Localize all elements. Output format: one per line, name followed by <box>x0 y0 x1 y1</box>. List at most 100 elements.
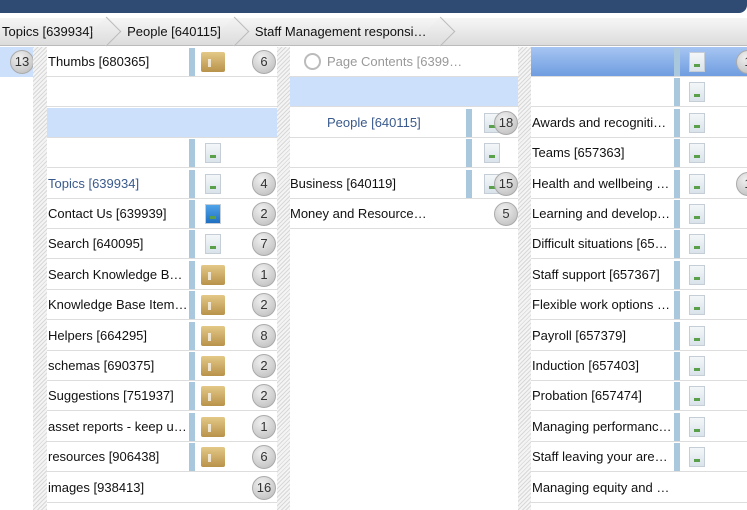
list-item[interactable] <box>47 107 277 138</box>
page-icon[interactable] <box>689 112 705 133</box>
folder-icon[interactable] <box>201 416 225 437</box>
drag-handle[interactable] <box>189 260 195 289</box>
drag-handle[interactable] <box>189 412 195 441</box>
list-item[interactable]: Teams [657363] <box>531 138 747 169</box>
child-count-badge[interactable]: 5 <box>494 202 518 226</box>
page-icon[interactable] <box>689 204 705 224</box>
drag-handle[interactable] <box>189 321 195 350</box>
list-item[interactable]: Business [640119] 15 <box>290 169 518 199</box>
child-count-badge[interactable]: 18 <box>494 110 518 135</box>
child-count-badge[interactable]: 15 <box>494 171 518 196</box>
page-icon[interactable] <box>205 143 221 164</box>
list-item[interactable] <box>290 77 518 108</box>
page-icon[interactable] <box>689 447 705 468</box>
list-item[interactable]: 1 <box>531 47 747 77</box>
list-item[interactable]: Topics [639934] 4 <box>47 169 277 199</box>
list-item[interactable]: Managing performanc… <box>531 412 747 442</box>
drag-handle[interactable] <box>674 78 680 107</box>
page-icon[interactable] <box>689 264 705 285</box>
page-icon[interactable] <box>689 325 705 346</box>
drag-handle[interactable] <box>674 260 680 289</box>
list-item[interactable]: Staff support [657367] <box>531 260 747 290</box>
page-icon[interactable] <box>205 173 221 194</box>
drag-handle[interactable] <box>189 200 195 228</box>
list-item[interactable]: schemas [690375] 2 <box>47 351 277 381</box>
page-icon[interactable] <box>689 143 705 164</box>
list-item[interactable]: Health and wellbeing … 1 <box>531 169 747 199</box>
child-count-badge[interactable]: 1 <box>252 262 276 287</box>
no-entry-icon[interactable] <box>304 53 321 70</box>
child-count-badge[interactable]: 13 <box>10 50 33 74</box>
column-1-selected-row[interactable]: 13 <box>0 47 33 77</box>
list-item[interactable]: Flexible work options … <box>531 290 747 321</box>
drag-handle[interactable] <box>189 382 195 411</box>
design-asset-icon[interactable] <box>205 204 221 224</box>
list-item[interactable] <box>47 138 277 169</box>
list-item[interactable]: People [640115] 18 <box>290 108 518 138</box>
page-icon[interactable] <box>689 234 705 255</box>
drag-handle[interactable] <box>189 139 195 168</box>
drag-handle[interactable] <box>674 291 680 320</box>
folder-icon[interactable] <box>201 325 225 346</box>
drag-handle[interactable] <box>674 200 680 228</box>
list-item[interactable]: Suggestions [751937] 2 <box>47 381 277 412</box>
child-count-badge[interactable]: 1 <box>252 414 276 439</box>
breadcrumb-staff-management[interactable]: Staff Management responsi… <box>241 18 447 46</box>
child-count-badge[interactable]: 2 <box>252 202 276 226</box>
folder-icon[interactable] <box>201 386 225 407</box>
child-count-badge[interactable]: 2 <box>252 293 276 318</box>
list-item[interactable]: Induction [657403] <box>531 351 747 381</box>
child-count-badge[interactable]: 1 <box>736 171 747 196</box>
drag-handle[interactable] <box>674 321 680 350</box>
list-item[interactable]: Learning and develop… <box>531 199 747 229</box>
drag-handle[interactable] <box>189 291 195 320</box>
child-count-badge[interactable]: 2 <box>252 384 276 409</box>
page-icon[interactable] <box>205 234 221 255</box>
drag-handle[interactable] <box>674 352 680 380</box>
child-count-badge[interactable]: 8 <box>252 323 276 348</box>
list-item[interactable]: Staff leaving your are… <box>531 442 747 473</box>
drag-handle[interactable] <box>674 108 680 137</box>
list-item[interactable]: Search Knowledge B… 1 <box>47 260 277 290</box>
drag-handle[interactable] <box>189 352 195 380</box>
list-item[interactable]: Payroll [657379] <box>531 321 747 351</box>
drag-handle[interactable] <box>189 230 195 259</box>
drag-handle[interactable] <box>189 169 195 198</box>
list-item[interactable]: Helpers [664295] 8 <box>47 321 277 351</box>
drag-handle[interactable] <box>674 230 680 259</box>
page-icon[interactable] <box>689 356 705 376</box>
folder-icon[interactable] <box>201 264 225 285</box>
page-icon[interactable] <box>689 295 705 316</box>
column-divider[interactable] <box>277 47 290 510</box>
list-item[interactable]: Managing equity and … <box>531 473 747 503</box>
folder-icon[interactable] <box>201 447 225 468</box>
column-divider[interactable] <box>33 47 47 510</box>
page-icon[interactable] <box>689 82 705 103</box>
drag-handle[interactable] <box>466 169 472 198</box>
drag-handle[interactable] <box>674 139 680 168</box>
list-item[interactable] <box>47 77 277 108</box>
page-icon[interactable] <box>689 386 705 407</box>
child-count-badge[interactable]: 2 <box>252 354 276 378</box>
child-count-badge[interactable]: 6 <box>252 445 276 470</box>
page-icon[interactable] <box>689 416 705 437</box>
drag-handle[interactable] <box>674 443 680 472</box>
list-item[interactable]: Knowledge Base Item… 2 <box>47 290 277 321</box>
column-divider[interactable] <box>518 47 531 510</box>
page-icon[interactable] <box>689 173 705 194</box>
page-icon[interactable] <box>484 143 500 164</box>
child-count-badge[interactable]: 6 <box>252 50 276 74</box>
drag-handle[interactable] <box>466 108 472 137</box>
list-item[interactable]: Page Contents [6399… <box>290 47 518 77</box>
drag-handle[interactable] <box>189 48 195 76</box>
drag-handle[interactable] <box>466 139 472 168</box>
drag-handle[interactable] <box>189 443 195 472</box>
list-item[interactable]: Difficult situations [65… <box>531 229 747 260</box>
list-item[interactable]: images [938413] 16 <box>47 473 277 503</box>
folder-icon[interactable] <box>201 356 225 376</box>
child-count-badge[interactable]: 16 <box>252 475 276 500</box>
breadcrumb-people[interactable]: People [640115] <box>113 18 241 46</box>
list-item[interactable] <box>531 77 747 108</box>
list-item[interactable]: Money and Resource… 5 <box>290 199 518 229</box>
drag-handle[interactable] <box>674 169 680 198</box>
